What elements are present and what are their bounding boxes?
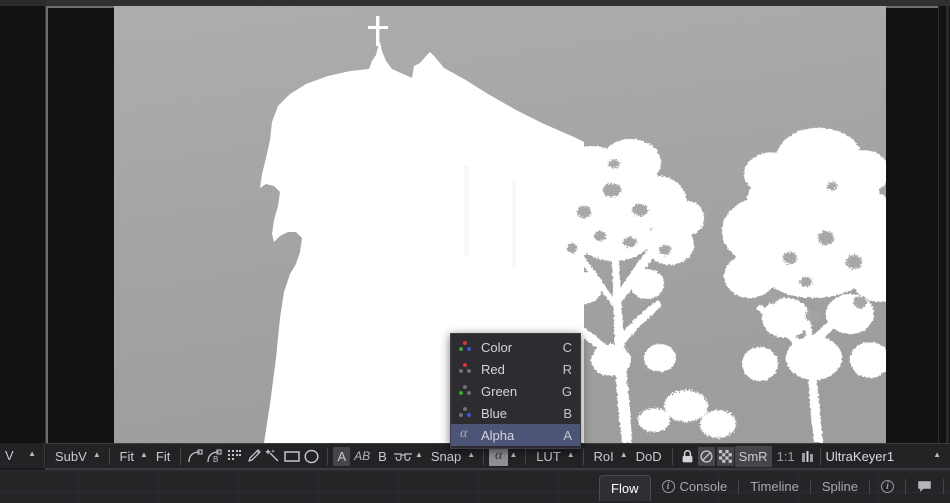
paint-grid-icon[interactable] (226, 447, 243, 466)
buffer-b-button[interactable]: B (374, 447, 391, 466)
menu-item-blue[interactable]: Blue B (451, 402, 580, 424)
menu-item-green[interactable]: Green G (451, 380, 580, 402)
aspect-ratio-label[interactable]: 1:1 (772, 446, 800, 467)
tab-timeline[interactable]: Timeline (739, 474, 810, 500)
fit-button-a[interactable]: Fit (115, 446, 139, 467)
checkerboard-icon[interactable] (717, 447, 734, 466)
lock-icon[interactable] (678, 447, 695, 466)
fit-arrow-icon[interactable]: ▲ (139, 451, 151, 462)
subview-button[interactable]: SubV (46, 446, 92, 467)
channel-alpha-toggle[interactable]: α (489, 447, 509, 466)
no-color-icon[interactable] (698, 447, 715, 466)
tab-chat[interactable] (906, 474, 943, 500)
toolbar-divider (483, 448, 484, 465)
histogram-icon[interactable] (801, 447, 814, 466)
toolbar-divider (583, 448, 584, 465)
toolbar-divider (672, 448, 673, 465)
tab-timeline-label: Timeline (750, 479, 799, 494)
snap-arrow-icon[interactable]: ▲ (466, 451, 478, 462)
active-node-name[interactable]: UltraKeyer1 (825, 449, 894, 464)
info-icon: i (662, 480, 675, 493)
rgb-dots-icon (457, 362, 475, 376)
buffer-ab-button[interactable]: AB (352, 447, 372, 466)
subview-arrow-icon[interactable]: ▲ (92, 451, 104, 462)
rgb-dots-icon (457, 406, 475, 420)
bottom-tab-bar: Flow i Console Timeline Spline i (599, 470, 950, 503)
tab-divider (943, 479, 944, 494)
dod-button[interactable]: DoD (631, 446, 667, 467)
tab-info[interactable]: i (870, 474, 905, 500)
b-spline-icon[interactable]: B (206, 447, 224, 466)
info-icon: i (881, 480, 894, 493)
menu-item-blue-label: Blue (481, 406, 563, 421)
buffer-b-label: B (378, 449, 387, 464)
viewer-right-edge (938, 6, 950, 443)
tab-console[interactable]: i Console (651, 474, 739, 500)
svg-text:B: B (213, 455, 218, 464)
tab-spline-label: Spline (822, 479, 858, 494)
lut-arrow-icon[interactable]: ▲ (566, 451, 578, 462)
menu-item-red[interactable]: Red R (451, 358, 580, 380)
toolbar-divider (180, 448, 181, 465)
fusion-viewer-window: V ▲ (0, 0, 950, 503)
rgb-dots-icon (457, 340, 475, 354)
left-neighbor-toolbar[interactable]: V ▲ (0, 443, 45, 468)
menu-item-color-label: Color (481, 340, 563, 355)
channel-select-menu[interactable]: Color C Red R Green G (450, 333, 581, 449)
left-panel-truncated-label: V (5, 448, 14, 463)
buffer-a-label: A (338, 449, 347, 464)
magic-wand-icon[interactable] (264, 447, 281, 466)
toolbar-divider (109, 448, 110, 465)
menu-item-red-label: Red (481, 362, 563, 377)
smr-button[interactable]: SmR (735, 446, 772, 467)
stereo-glasses-icon[interactable] (393, 447, 413, 466)
left-neighbor-panel (0, 6, 46, 443)
menu-item-alpha-label: Alpha (481, 428, 563, 443)
buffer-a-button[interactable]: A (333, 447, 350, 466)
ellipse-icon[interactable] (303, 447, 320, 466)
polyline-bezier-icon[interactable] (187, 447, 204, 466)
roi-button[interactable]: RoI (589, 446, 619, 467)
tab-console-label: Console (680, 479, 728, 494)
rectangle-icon[interactable] (283, 447, 301, 466)
chat-bubble-icon (917, 480, 932, 493)
tab-flow-label: Flow (611, 481, 638, 496)
fit-button-b[interactable]: Fit (151, 446, 175, 467)
rgb-dots-icon (457, 384, 475, 398)
left-panel-arrow-icon[interactable]: ▲ (27, 450, 39, 461)
alpha-icon: α (457, 428, 475, 442)
alpha-glyph: α (460, 426, 467, 442)
menu-item-color[interactable]: Color C (451, 336, 580, 358)
toolbar-divider (525, 448, 526, 465)
stereo-arrow-icon[interactable]: ▲ (414, 451, 426, 462)
menu-item-green-label: Green (481, 384, 562, 399)
menu-item-alpha-shortcut: A (563, 428, 572, 443)
tab-spline[interactable]: Spline (811, 474, 869, 500)
toolbar-divider (820, 448, 821, 465)
toolbar-divider (327, 448, 328, 465)
roi-arrow-icon[interactable]: ▲ (619, 451, 631, 462)
menu-item-green-shortcut: G (562, 384, 572, 399)
menu-item-blue-shortcut: B (563, 406, 572, 421)
node-arrow-icon[interactable]: ▲ (932, 451, 944, 462)
channel-dropdown-arrow-icon[interactable]: ▲ (508, 451, 520, 462)
menu-item-color-shortcut: C (563, 340, 572, 355)
menu-item-red-shortcut: R (563, 362, 572, 377)
buffer-ab-label: AB (354, 449, 370, 463)
paintbrush-icon[interactable] (245, 447, 262, 466)
menu-item-alpha[interactable]: α Alpha A (451, 424, 580, 446)
tab-flow[interactable]: Flow (599, 475, 650, 501)
